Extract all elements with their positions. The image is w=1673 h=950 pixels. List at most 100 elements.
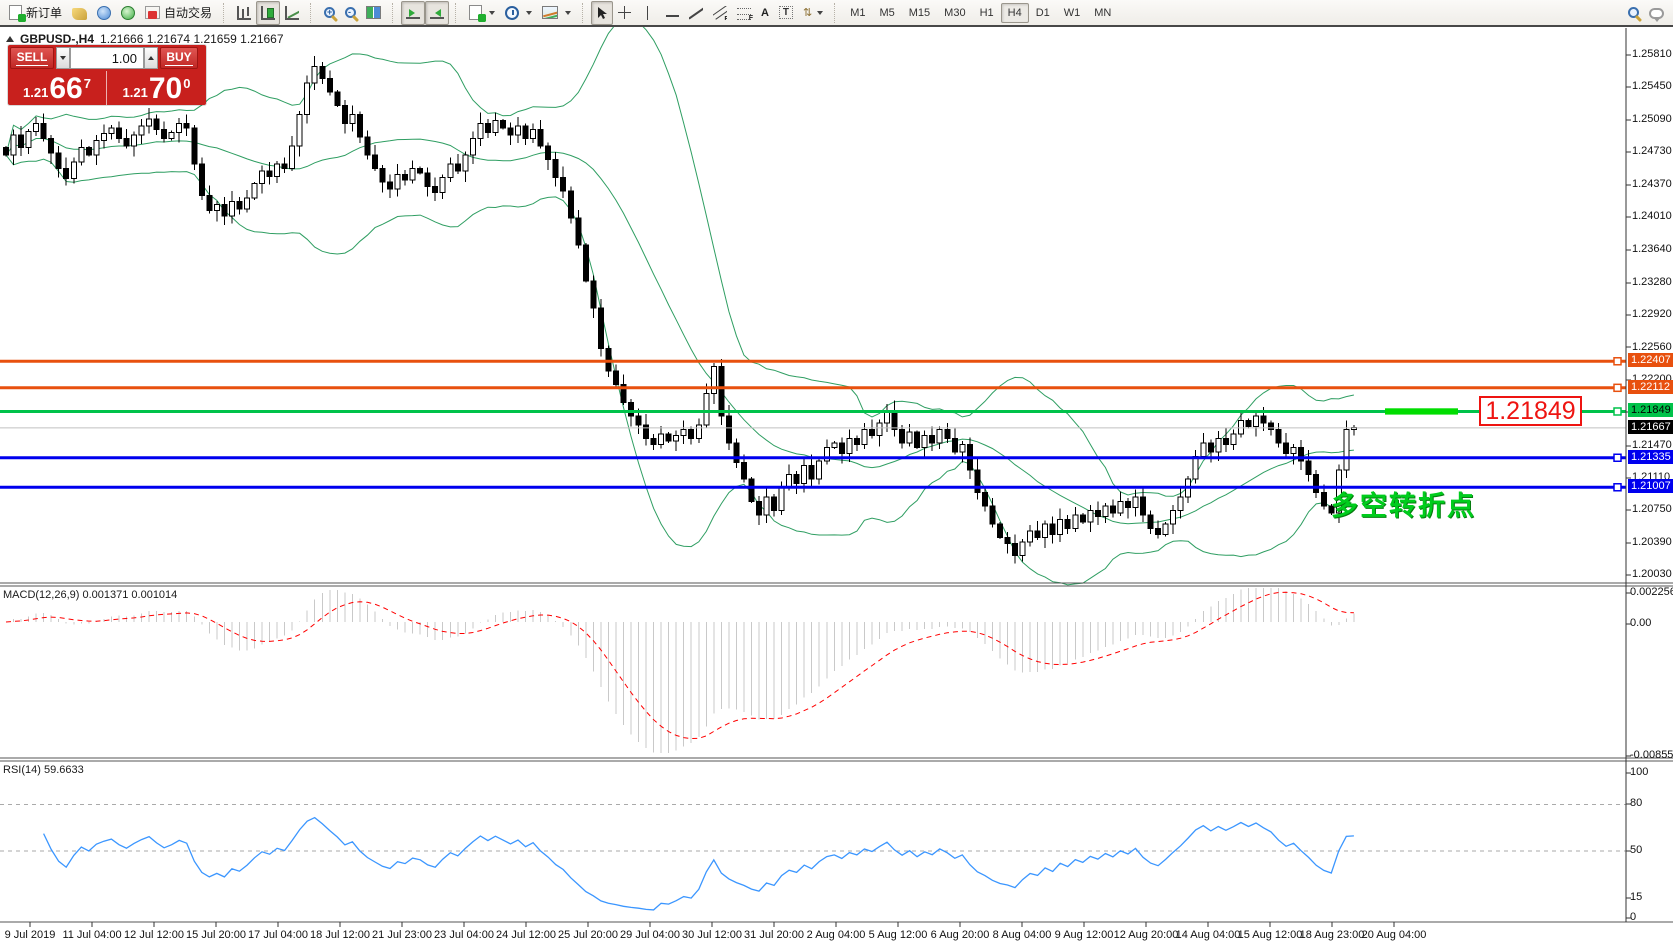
- macd-header: MACD(12,26,9) 0.001371 0.001014: [3, 589, 177, 601]
- timeframe-m5-button[interactable]: M5: [872, 3, 901, 23]
- zoom-in-button[interactable]: +: [319, 1, 340, 25]
- timeframe-w1-button[interactable]: W1: [1057, 3, 1088, 23]
- cursor-button[interactable]: [591, 1, 613, 25]
- candlestick-chart-button[interactable]: [256, 1, 280, 25]
- axis-label: 1.22920: [1632, 308, 1672, 320]
- sell-price[interactable]: 1.21 66 7: [8, 71, 107, 105]
- timeframe-m15-button[interactable]: M15: [902, 3, 937, 23]
- text-tool-icon: A: [761, 7, 769, 19]
- toolbar-separator: [392, 3, 397, 23]
- chat-button[interactable]: [1644, 1, 1669, 25]
- hline-marker[interactable]: [1614, 358, 1621, 365]
- zoom-out-icon: -: [345, 7, 356, 18]
- volume-increase-button[interactable]: [144, 47, 158, 69]
- toolbar-separator: [223, 3, 228, 23]
- price-badge-1.21667: 1.21667: [1628, 420, 1673, 434]
- dropdown-arrow-icon: [489, 11, 495, 15]
- fibonacci-button[interactable]: F: [732, 1, 756, 25]
- buy-button[interactable]: BUY: [160, 47, 198, 69]
- timeframe-h4-button[interactable]: H4: [1001, 3, 1029, 23]
- text-label-button[interactable]: T: [774, 1, 798, 25]
- axis-label: 1.20390: [1632, 536, 1672, 548]
- hline-marker[interactable]: [1614, 384, 1621, 391]
- rsi-line: [44, 818, 1354, 910]
- profile-button[interactable]: [92, 1, 116, 25]
- bollinger-bands: [6, 19, 1354, 585]
- axis-label: 1.22560: [1632, 341, 1672, 353]
- crosshair-icon: [618, 6, 631, 19]
- text-button[interactable]: A: [756, 1, 774, 25]
- trendline-icon: [689, 6, 703, 20]
- equidistant-channel-button[interactable]: E: [708, 1, 732, 25]
- trendline-button[interactable]: [684, 1, 708, 25]
- indicators-button[interactable]: [537, 1, 576, 25]
- auto-scroll-icon: [406, 7, 420, 19]
- search-button[interactable]: [1623, 1, 1644, 25]
- axis-label: 0: [1630, 911, 1636, 923]
- signals-button[interactable]: [116, 1, 140, 25]
- axis-label: 15: [1630, 891, 1642, 903]
- zoom-out-button[interactable]: -: [340, 1, 361, 25]
- axis-label: 1.23640: [1632, 243, 1672, 255]
- arrows-icon: ⇅: [803, 6, 810, 19]
- one-click-collapse-icon[interactable]: [6, 36, 14, 42]
- axis-label: 0.00: [1630, 617, 1651, 629]
- price-annotation-box[interactable]: 1.21849: [1479, 396, 1582, 426]
- timeframe-d1-button[interactable]: D1: [1029, 3, 1057, 23]
- new-order-button[interactable]: 新订单: [4, 1, 67, 25]
- toolbar-separator: [310, 3, 315, 23]
- timeframe-h1-button[interactable]: H1: [973, 3, 1001, 23]
- dropdown-arrow-icon: [526, 11, 532, 15]
- horizontal-line-icon: [666, 15, 679, 17]
- line-chart-button[interactable]: [280, 1, 304, 25]
- chart-canvas[interactable]: [0, 0, 1673, 950]
- chart-shift-button[interactable]: [425, 1, 449, 25]
- price-badge-1.22407: 1.22407: [1628, 353, 1673, 367]
- one-click-trading-panel: SELL BUY 1.21 66 7 1.21 70 0: [8, 45, 206, 105]
- macd-signal-line: [6, 592, 1354, 738]
- styles-button[interactable]: [67, 1, 92, 25]
- axis-label: 1.24370: [1632, 178, 1672, 190]
- timeframe-mn-button[interactable]: MN: [1087, 3, 1118, 23]
- person-icon: [97, 6, 111, 20]
- axis-label: 50: [1630, 844, 1642, 856]
- bar-chart-icon: [237, 6, 251, 20]
- vertical-line-button[interactable]: [636, 1, 661, 25]
- candlestick-icon: [261, 6, 275, 20]
- auto-scroll-button[interactable]: [401, 1, 425, 25]
- arrows-button[interactable]: ⇅: [798, 1, 828, 25]
- hline-marker[interactable]: [1614, 454, 1621, 461]
- tile-windows-icon: [366, 6, 381, 19]
- hline-marker[interactable]: [1614, 484, 1621, 491]
- horizontal-line-button[interactable]: [661, 1, 684, 25]
- rsi-header: RSI(14) 59.6633: [3, 764, 84, 776]
- vertical-line-icon: [647, 6, 656, 20]
- timeframe-m1-button[interactable]: M1: [843, 3, 872, 23]
- chat-icon: [1649, 8, 1664, 19]
- tile-windows-button[interactable]: [361, 1, 386, 25]
- triangle-down-icon: [60, 56, 66, 60]
- volume-input[interactable]: [70, 47, 144, 69]
- price-badge-1.21335: 1.21335: [1628, 450, 1673, 464]
- buy-price[interactable]: 1.21 70 0: [107, 71, 206, 105]
- bar-chart-button[interactable]: [232, 1, 256, 25]
- timeframe-m30-button[interactable]: M30: [937, 3, 972, 23]
- auto-trading-button[interactable]: 自动交易: [140, 1, 217, 25]
- macd-histogram: [6, 588, 1354, 753]
- new-chart-button[interactable]: [464, 1, 500, 25]
- highlight-rectangle[interactable]: [1385, 408, 1458, 414]
- chart-frame: [0, 28, 1673, 922]
- axis-label: 1.23280: [1632, 276, 1672, 288]
- period-button[interactable]: [500, 1, 537, 25]
- signal-icon: [121, 6, 135, 20]
- fibonacci-icon: F: [737, 8, 751, 20]
- crosshair-button[interactable]: [613, 1, 636, 25]
- sell-button[interactable]: SELL: [10, 47, 54, 69]
- volume-decrease-button[interactable]: [56, 47, 70, 69]
- new-order-icon: [9, 5, 22, 20]
- hline-marker[interactable]: [1614, 408, 1621, 415]
- turning-point-note[interactable]: 多空转折点: [1331, 484, 1476, 523]
- auto-trading-icon: [145, 6, 160, 19]
- axis-label: 1.20750: [1632, 503, 1672, 515]
- axis-label: 1.24730: [1632, 145, 1672, 157]
